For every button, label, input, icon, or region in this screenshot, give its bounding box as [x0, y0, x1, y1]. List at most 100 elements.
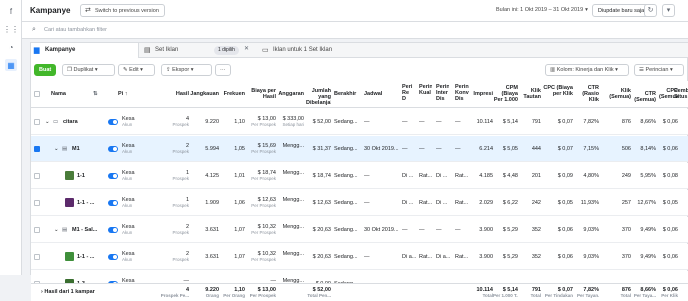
- cell-value: $ 0,06: [662, 227, 678, 233]
- cell-value: —: [419, 119, 425, 125]
- table-row[interactable]: 1-1 - ... Kesa Akun 2 Prospek 3.631 1,07 $ 10,3…: [31, 244, 688, 270]
- status-toggle[interactable]: [108, 200, 118, 206]
- dropdown-icon[interactable]: ▾: [662, 4, 675, 17]
- footer-expand[interactable]: › Hasil dari 1 kampar: [41, 289, 131, 295]
- col-engagement[interactable]: Perin Inter Dis: [436, 84, 449, 102]
- table-icon[interactable]: ▦: [5, 59, 17, 71]
- apps-grid-icon[interactable]: ⋮⋮: [3, 23, 19, 35]
- status-toggle[interactable]: [108, 254, 118, 260]
- cell-value: 249: [621, 173, 631, 179]
- row-checkbox[interactable]: [34, 146, 40, 152]
- row-checkbox[interactable]: [34, 119, 40, 125]
- tab-ads-label: Iklan untuk 1 Set Iklan: [273, 47, 333, 53]
- cell-ctr-all: 8,66%: [632, 119, 656, 125]
- columns-button[interactable]: ▥ Kolom: Kinerja dan Klik ▾: [545, 64, 629, 76]
- tab-campaigns[interactable]: ▆ Kampanye: [31, 43, 139, 58]
- footer-cpc-link-sub: Per Tindakan: [544, 293, 573, 298]
- row-name[interactable]: M1: [72, 146, 109, 152]
- refresh-icon[interactable]: ↻: [644, 4, 657, 17]
- cell-ctr-all: 5,95%: [632, 173, 656, 179]
- col-reach[interactable]: Jangkauan: [189, 91, 219, 97]
- chevron-down-icon[interactable]: ⌄: [54, 227, 59, 233]
- cell-schedule: —: [364, 200, 400, 206]
- duplicate-button[interactable]: ❐ Duplikat ▾: [62, 64, 115, 76]
- update-status-button[interactable]: Diupdate baru saja: [592, 4, 651, 17]
- cell-value: 1,06: [234, 200, 245, 206]
- col-clicks-all[interactable]: Klik (Semua): [603, 88, 631, 100]
- select-all-checkbox[interactable]: [34, 91, 40, 97]
- col-link-clicks[interactable]: Klik Tautan: [521, 88, 541, 100]
- row-name[interactable]: citara: [63, 119, 109, 125]
- table-row[interactable]: ⌄ ▤ M1 - Sal... Kesa Akun 2 Prospek 3.631 1,07 $ …: [31, 217, 688, 243]
- chevron-down-icon: ▾: [615, 67, 618, 73]
- col-frequency[interactable]: Frekuen: [219, 91, 245, 97]
- row-name[interactable]: 1-1 - ...: [77, 200, 109, 206]
- chevron-down-icon[interactable]: ⌄: [45, 119, 50, 125]
- filter-search-bar[interactable]: ⌕ Cari atau tambahkan filter: [22, 22, 688, 39]
- main-card: ▆ Kampanye ▤ Set Iklan 1 dipilih ✕ ▭ Ikl…: [30, 42, 688, 301]
- more-button[interactable]: ···: [215, 64, 231, 76]
- table-row[interactable]: 1-1 - ... Kesa Akun 1 Prospek 1.909 1,06 $ 12,6…: [31, 190, 688, 216]
- row-name[interactable]: 1-1 - ...: [77, 254, 109, 260]
- facebook-logo-icon[interactable]: f: [5, 5, 17, 17]
- col-result[interactable]: Hasil: [156, 91, 189, 97]
- cell-value: 9,49%: [640, 227, 656, 233]
- cell-relevance: Di a...: [402, 254, 416, 260]
- search-input[interactable]: Cari atau tambahkan filter: [44, 27, 107, 33]
- edit-button[interactable]: ✎ Edit ▾: [118, 64, 155, 76]
- export-button[interactable]: ⇪ Ekspor ▾: [161, 64, 212, 76]
- cell-engagement: —: [436, 119, 450, 125]
- dashboard-icon[interactable]: ◔: [5, 41, 17, 53]
- sort-icon[interactable]: ⇅: [93, 91, 103, 97]
- status-toggle[interactable]: [108, 173, 118, 179]
- col-name[interactable]: Nama: [51, 91, 91, 97]
- status-toggle[interactable]: [108, 227, 118, 233]
- row-name[interactable]: M1 - Sal...: [72, 227, 109, 233]
- ad-thumbnail[interactable]: [65, 252, 74, 261]
- tab-ads[interactable]: ▭ Iklan untuk 1 Set Iklan: [259, 43, 409, 58]
- ad-thumbnail[interactable]: [65, 198, 74, 207]
- col-ctr-link[interactable]: CTR (Rasio Klik: [577, 85, 599, 103]
- col-relevance[interactable]: Peri Re D: [402, 84, 413, 102]
- breakdown-button[interactable]: ☰ Perincian ▾: [634, 64, 684, 76]
- ad-thumbnail[interactable]: [65, 171, 74, 180]
- cell-ctr-link: 9,03%: [577, 227, 599, 233]
- col-cpc-link[interactable]: CPC (Biaya per Klik: [543, 85, 573, 97]
- col-budget[interactable]: Anggaran: [277, 91, 304, 97]
- cell-value: $ 0,06: [662, 146, 678, 152]
- col-amount-spent[interactable]: Jumlah yang Dibelanjakan: [306, 88, 331, 106]
- col-quality[interactable]: Perin Kual: [419, 84, 432, 96]
- col-status[interactable]: Pembi Situs: [674, 88, 688, 100]
- close-icon[interactable]: ✕: [244, 45, 249, 52]
- selected-count-badge[interactable]: 1 dipilih: [214, 46, 239, 55]
- cell-value: 9,49%: [640, 254, 656, 260]
- col-ctr-all[interactable]: CTR (Semua): [632, 91, 656, 103]
- status-toggle[interactable]: [108, 119, 118, 125]
- row-name[interactable]: 1-1: [77, 173, 109, 179]
- cell-sub: Prospek: [172, 176, 189, 181]
- date-range-picker[interactable]: Bulan ini: 1 Okt 2019 – 31 Okt 2019 ▾: [496, 7, 588, 13]
- table-row[interactable]: 1-1 Kesa Akun 1 Prospek 4.125 1,01 $ 18,74 Per P…: [31, 163, 688, 189]
- cell-value: 11,93%: [580, 200, 599, 206]
- status-toggle[interactable]: [108, 146, 118, 152]
- col-impressions[interactable]: Impresi: [471, 91, 493, 97]
- table-row[interactable]: ⌄ ▭ citara Kesa Akun 4 Prospek 9.220 1,10 $ 13,00…: [31, 109, 688, 135]
- cell-value: Sedang...: [334, 173, 358, 179]
- row-checkbox[interactable]: [34, 227, 40, 233]
- col-schedule[interactable]: Jadwal: [364, 91, 394, 97]
- col-cpm[interactable]: CPM (Biaya Per 1.000: [493, 85, 518, 103]
- cell-ctr-all: 9,49%: [632, 227, 656, 233]
- row-checkbox[interactable]: [34, 200, 40, 206]
- cell-value: $ 12,63: [312, 200, 331, 206]
- col-delivery[interactable]: Pi ↑: [118, 91, 136, 97]
- col-cost-per-result[interactable]: Biaya per Hasil: [246, 88, 276, 100]
- col-ends[interactable]: Berakhir: [334, 91, 362, 97]
- cell-value: 876: [621, 119, 631, 125]
- row-checkbox[interactable]: [34, 254, 40, 260]
- table-row[interactable]: ⌄ ▤ M1 Kesa Akun 2 Prospek 5.994 1,05 $ 15,69 Per …: [31, 136, 688, 162]
- chevron-down-icon[interactable]: ⌄: [54, 146, 59, 152]
- create-button[interactable]: Buat: [34, 64, 57, 76]
- switch-version-button[interactable]: ⇄ Switch to previous version: [80, 4, 165, 17]
- row-checkbox[interactable]: [34, 173, 40, 179]
- col-conversion[interactable]: Perin Konv Dis: [455, 84, 469, 102]
